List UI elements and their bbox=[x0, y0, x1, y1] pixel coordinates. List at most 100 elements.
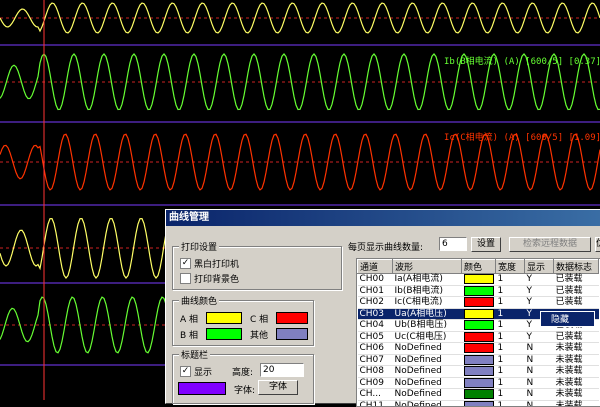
title-height-input[interactable]: 20 bbox=[260, 363, 304, 377]
color-swatch[interactable] bbox=[464, 366, 494, 376]
table-row[interactable]: CH08NoDefined 1N未装载 bbox=[358, 366, 599, 378]
color-cell[interactable] bbox=[462, 331, 496, 343]
font-button[interactable]: 字体 bbox=[258, 380, 298, 395]
show-cell[interactable]: Y bbox=[525, 331, 554, 343]
phase-a-color-swatch[interactable] bbox=[206, 312, 242, 324]
color-swatch[interactable] bbox=[464, 297, 494, 307]
channel-cell[interactable]: CH01 bbox=[358, 285, 393, 297]
width-cell[interactable]: 1 bbox=[496, 366, 525, 378]
color-cell[interactable] bbox=[462, 320, 496, 332]
other-color-swatch[interactable] bbox=[276, 328, 308, 340]
width-cell[interactable]: 1 bbox=[496, 343, 525, 355]
color-swatch[interactable] bbox=[464, 378, 494, 388]
show-cell[interactable]: N bbox=[525, 343, 554, 355]
data-flag-cell[interactable]: 未装载 bbox=[554, 354, 599, 366]
show-cell[interactable]: N bbox=[525, 366, 554, 378]
font-color-swatch[interactable] bbox=[178, 382, 226, 395]
show-cell[interactable]: Y bbox=[525, 274, 554, 286]
waveform-cell[interactable]: Uc(C相电压) bbox=[393, 331, 462, 343]
color-cell[interactable] bbox=[462, 274, 496, 286]
channel-cell[interactable]: CH09 bbox=[358, 377, 393, 389]
bw-printer-checkbox[interactable]: ✓ bbox=[180, 258, 191, 269]
color-swatch[interactable] bbox=[464, 355, 494, 365]
table-row[interactable]: CH02Ic(C相电流) 1Y已装载 bbox=[358, 297, 599, 309]
show-cell[interactable]: N bbox=[525, 400, 554, 407]
search-remote-button[interactable]: 检索远程数据 bbox=[509, 237, 591, 252]
table-row[interactable]: CH06NoDefined1N未装载 bbox=[358, 343, 599, 355]
channel-cell[interactable]: CH04 bbox=[358, 320, 393, 332]
channel-cell[interactable]: CH06 bbox=[358, 343, 393, 355]
width-cell[interactable]: 1 bbox=[496, 297, 525, 309]
show-cell[interactable]: N bbox=[525, 389, 554, 401]
color-cell[interactable] bbox=[462, 389, 496, 401]
color-cell[interactable] bbox=[462, 377, 496, 389]
data-flag-cell[interactable]: 已装载 bbox=[554, 331, 599, 343]
color-cell[interactable] bbox=[462, 297, 496, 309]
waveform-cell[interactable]: NoDefined bbox=[393, 354, 462, 366]
channel-cell[interactable]: CH08 bbox=[358, 366, 393, 378]
color-cell[interactable] bbox=[462, 343, 496, 355]
color-swatch[interactable] bbox=[464, 332, 494, 342]
width-cell[interactable]: 1 bbox=[496, 308, 525, 320]
width-cell[interactable]: 1 bbox=[496, 331, 525, 343]
width-cell[interactable]: 1 bbox=[496, 400, 525, 407]
table-row[interactable]: CH...NoDefined 1N未装载 bbox=[358, 389, 599, 401]
width-cell[interactable]: 1 bbox=[496, 354, 525, 366]
data-flag-cell[interactable]: 未装载 bbox=[554, 366, 599, 378]
color-swatch[interactable] bbox=[464, 274, 494, 284]
col-waveform[interactable]: 波形 bbox=[393, 260, 462, 274]
channel-cell[interactable]: CH02 bbox=[358, 297, 393, 309]
color-swatch[interactable] bbox=[464, 389, 494, 399]
context-menu-hide[interactable]: 隐藏 bbox=[540, 311, 595, 327]
data-flag-cell[interactable]: 已装载 bbox=[554, 297, 599, 309]
width-cell[interactable]: 1 bbox=[496, 285, 525, 297]
col-width[interactable]: 宽度 bbox=[496, 260, 525, 274]
channel-cell[interactable]: CH... bbox=[358, 389, 393, 401]
phase-b-color-swatch[interactable] bbox=[206, 328, 242, 340]
data-flag-cell[interactable]: 未装载 bbox=[554, 377, 599, 389]
channel-cell[interactable]: CH00 bbox=[358, 274, 393, 286]
col-color[interactable]: 颜色 bbox=[462, 260, 496, 274]
data-flag-cell[interactable]: 已装载 bbox=[554, 285, 599, 297]
color-cell[interactable] bbox=[462, 308, 496, 320]
color-cell[interactable] bbox=[462, 366, 496, 378]
color-swatch[interactable] bbox=[464, 343, 494, 353]
width-cell[interactable]: 1 bbox=[496, 377, 525, 389]
data-flag-cell[interactable]: 未装载 bbox=[554, 400, 599, 407]
print-bg-checkbox[interactable] bbox=[180, 273, 191, 284]
data-flag-cell[interactable]: 未装载 bbox=[554, 343, 599, 355]
waveform-cell[interactable]: Ic(C相电流) bbox=[393, 297, 462, 309]
show-cell[interactable]: N bbox=[525, 377, 554, 389]
channel-cell[interactable]: CH07 bbox=[358, 354, 393, 366]
waveform-cell[interactable]: Ib(B相电流) bbox=[393, 285, 462, 297]
dialog-title[interactable]: 曲线管理 bbox=[166, 210, 600, 226]
waveform-cell[interactable]: NoDefined bbox=[393, 389, 462, 401]
table-row[interactable]: CH01Ib(B相电流) 1Y已装载 bbox=[358, 285, 599, 297]
show-cell[interactable]: Y bbox=[525, 285, 554, 297]
show-title-checkbox[interactable]: ✓ bbox=[180, 366, 191, 377]
waveform-cell[interactable]: NoDefined bbox=[393, 366, 462, 378]
color-cell[interactable] bbox=[462, 400, 496, 407]
waveform-cell[interactable]: Ia(A相电流) bbox=[393, 274, 462, 286]
channel-cell[interactable]: CH05 bbox=[358, 331, 393, 343]
width-cell[interactable]: 1 bbox=[496, 389, 525, 401]
waveform-cell[interactable]: NoDefined bbox=[393, 400, 462, 407]
waveform-cell[interactable]: Ua(A相电压) bbox=[393, 308, 462, 320]
color-swatch[interactable] bbox=[464, 309, 494, 319]
table-row[interactable]: CH07NoDefined1N未装载 bbox=[358, 354, 599, 366]
table-row[interactable]: CH00Ia(A相电流) 1Y已装载 bbox=[358, 274, 599, 286]
col-data-flag[interactable]: 数据标志 bbox=[554, 260, 599, 274]
data-flag-cell[interactable]: 已装载 bbox=[554, 274, 599, 286]
color-swatch[interactable] bbox=[464, 320, 494, 330]
table-row[interactable]: CH05Uc(C相电压) 1Y已装载 bbox=[358, 331, 599, 343]
width-cell[interactable]: 1 bbox=[496, 274, 525, 286]
extra-button[interactable]: 优 bbox=[595, 237, 600, 252]
show-cell[interactable]: Y bbox=[525, 297, 554, 309]
phase-c-color-swatch[interactable] bbox=[276, 312, 308, 324]
col-channel[interactable]: 通道 bbox=[358, 260, 393, 274]
set-button[interactable]: 设置 bbox=[471, 237, 501, 252]
color-swatch[interactable] bbox=[464, 286, 494, 296]
color-cell[interactable] bbox=[462, 285, 496, 297]
channel-cell[interactable]: CH11 bbox=[358, 400, 393, 407]
data-flag-cell[interactable]: 未装载 bbox=[554, 389, 599, 401]
